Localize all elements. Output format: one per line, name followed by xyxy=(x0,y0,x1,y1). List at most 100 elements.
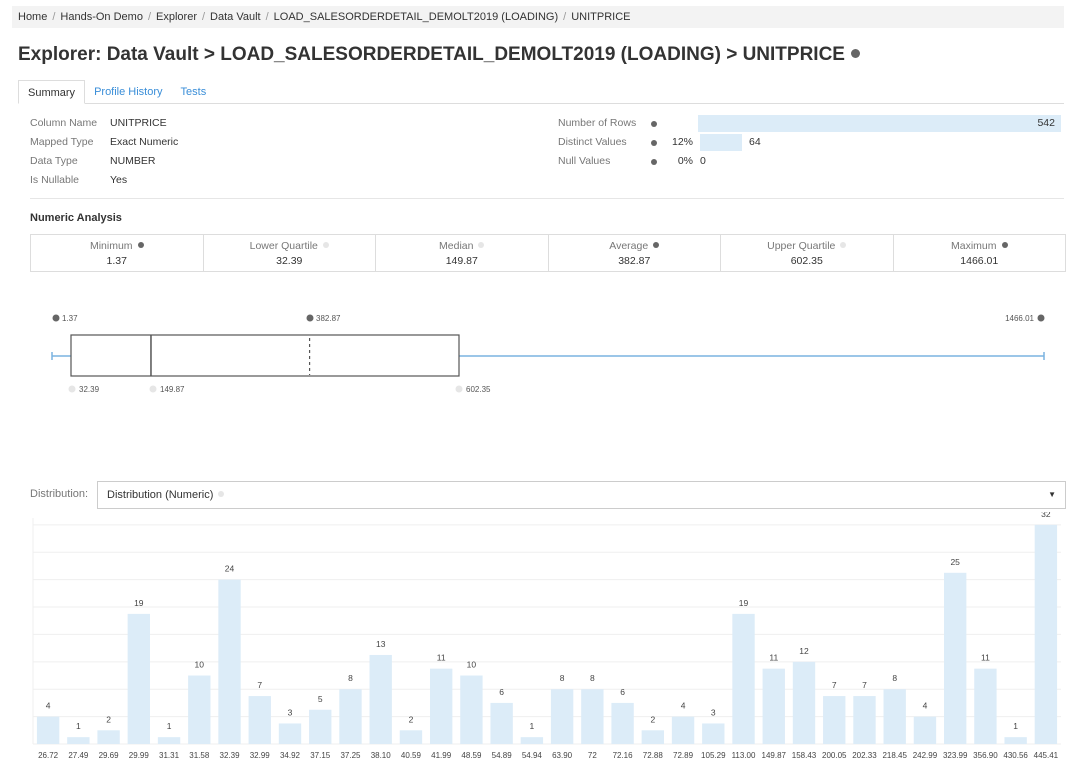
stat-distinct-values: Distinct Values 12% 64 xyxy=(558,133,1068,152)
tick-label: 158.43 xyxy=(792,751,817,760)
data-label: 19 xyxy=(134,598,144,608)
data-label: 13 xyxy=(376,639,386,649)
data-label: 8 xyxy=(348,673,353,683)
numeric-label: Average xyxy=(609,240,649,252)
info-key: Data Type xyxy=(30,155,78,167)
data-label: 6 xyxy=(620,687,625,697)
stat-bar: 542 xyxy=(698,115,1061,132)
tick-label: 72.89 xyxy=(673,751,694,760)
numeric-label: Median xyxy=(439,240,474,252)
info-key: Column Name xyxy=(30,117,98,129)
tick-label: 32.99 xyxy=(250,751,271,760)
tick-label: 63.90 xyxy=(552,751,573,760)
stat-bar xyxy=(700,134,742,151)
data-label: 4 xyxy=(46,701,51,711)
mean-label: 382.87 xyxy=(316,314,341,323)
bar xyxy=(429,668,453,744)
breadcrumb-explorer[interactable]: Explorer xyxy=(156,11,197,23)
chevron-down-icon: ▼ xyxy=(1048,490,1056,499)
numeric-analysis-title: Numeric Analysis xyxy=(30,212,122,224)
breadcrumb-data-vault[interactable]: Data Vault xyxy=(210,11,261,23)
numeric-cell-maximum: Maximum 1466.01 xyxy=(894,235,1066,271)
status-dot-icon xyxy=(850,49,860,58)
bar xyxy=(1034,524,1058,744)
bar xyxy=(883,689,906,744)
tab-tests[interactable]: Tests xyxy=(172,80,216,103)
tick-label: 37.25 xyxy=(340,751,361,760)
bar xyxy=(913,716,937,744)
tick-label: 29.69 xyxy=(99,751,120,760)
info-dot-icon xyxy=(840,242,847,248)
breadcrumb-hands-on-demo[interactable]: Hands-On Demo xyxy=(60,11,143,23)
max-marker-icon xyxy=(1037,314,1045,322)
min-marker-icon xyxy=(52,314,60,322)
numeric-cell-upper-quartile: Upper Quartile 602.35 xyxy=(721,235,894,271)
data-label: 10 xyxy=(467,660,477,670)
info-row: Mapped Type Exact Numeric xyxy=(30,133,178,152)
info-dot-icon xyxy=(322,242,329,248)
median-marker-icon xyxy=(149,385,157,393)
tick-label: 72.16 xyxy=(613,751,634,760)
tick-label: 26.72 xyxy=(38,751,59,760)
q1-label: 32.39 xyxy=(79,385,100,394)
stat-label: Distinct Values xyxy=(558,136,627,148)
info-dot-icon xyxy=(218,491,225,497)
data-label: 24 xyxy=(225,564,235,574)
distribution-select[interactable]: Distribution (Numeric) ▼ xyxy=(97,481,1066,509)
info-value: Yes xyxy=(110,174,128,186)
breadcrumb-table[interactable]: LOAD_SALESORDERDETAIL_DEMOLT2019 (LOADIN… xyxy=(274,11,558,23)
info-row: Data Type NUMBER xyxy=(30,152,178,171)
tick-label: 202.33 xyxy=(852,751,877,760)
tick-label: 242.99 xyxy=(913,751,938,760)
tick-label: 40.59 xyxy=(401,751,422,760)
tab-profile-history[interactable]: Profile History xyxy=(85,80,171,103)
bar xyxy=(97,730,120,744)
stat-value: 542 xyxy=(1037,117,1055,129)
numeric-analysis-table: Minimum 1.37 Lower Quartile 32.39 Median… xyxy=(30,234,1066,272)
iqr-box xyxy=(70,334,460,377)
bar xyxy=(127,613,151,744)
median-label: 149.87 xyxy=(160,385,185,394)
numeric-label: Upper Quartile xyxy=(767,240,836,252)
max-label: 1466.01 xyxy=(1005,314,1034,323)
q3-label: 602.35 xyxy=(466,385,491,394)
data-label: 1 xyxy=(1013,721,1018,731)
data-label: 6 xyxy=(499,687,504,697)
bar xyxy=(490,702,513,744)
page-title-text: Explorer: Data Vault > LOAD_SALESORDERDE… xyxy=(18,44,845,65)
distribution-label: Distribution: xyxy=(30,488,89,500)
tick-label: 34.92 xyxy=(280,751,301,760)
data-label: 11 xyxy=(981,653,990,663)
bar xyxy=(309,709,332,744)
stat-number-of-rows: Number of Rows 542 xyxy=(558,114,1068,133)
tab-summary[interactable]: Summary xyxy=(18,80,86,104)
bar xyxy=(157,737,181,744)
bar xyxy=(67,737,90,744)
tick-label: 323.99 xyxy=(943,751,968,760)
bar xyxy=(943,572,967,744)
numeric-cell-median: Median 149.87 xyxy=(376,235,549,271)
stat-pct: 12% xyxy=(671,136,693,148)
numeric-label: Minimum xyxy=(89,240,133,252)
data-label: 3 xyxy=(711,707,716,717)
stat-value: 64 xyxy=(749,136,761,148)
tick-label: 430.56 xyxy=(1003,751,1028,760)
bar xyxy=(520,737,544,744)
tick-label: 445.41 xyxy=(1034,751,1059,760)
data-label: 7 xyxy=(862,680,867,690)
data-label: 25 xyxy=(950,557,960,567)
data-label: 4 xyxy=(923,701,928,711)
info-dot-icon xyxy=(137,242,144,248)
tick-label: 113.00 xyxy=(732,751,756,760)
stat-label: Number of Rows xyxy=(558,117,637,129)
data-label: 12 xyxy=(799,646,809,656)
tick-label: 105.29 xyxy=(701,751,726,760)
breadcrumb-home[interactable]: Home xyxy=(18,11,47,23)
mean-marker-icon xyxy=(306,314,314,322)
info-dot-icon xyxy=(478,242,485,248)
tick-label: 41.99 xyxy=(431,751,452,760)
tick-label: 37.15 xyxy=(310,751,331,760)
tick-label: 48.59 xyxy=(461,751,482,760)
data-label: 1 xyxy=(530,721,535,731)
bar xyxy=(36,716,60,744)
